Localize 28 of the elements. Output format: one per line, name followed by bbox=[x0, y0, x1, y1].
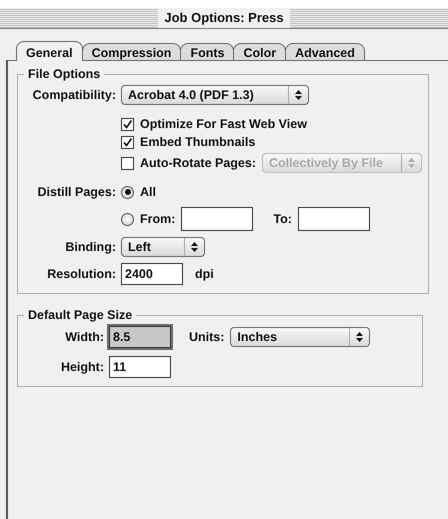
height-field[interactable]: 11 bbox=[109, 356, 171, 378]
group-title: Default Page Size bbox=[27, 308, 134, 322]
field-label: Binding: bbox=[64, 240, 116, 254]
binding-popup[interactable]: Left bbox=[121, 237, 205, 257]
field-label: Units: bbox=[189, 330, 224, 344]
tab[interactable]: Compression bbox=[82, 43, 182, 60]
tab[interactable]: Fonts bbox=[180, 43, 234, 60]
checkbox-label: Auto-Rotate Pages: bbox=[140, 156, 256, 170]
field-label: To: bbox=[273, 212, 292, 226]
tab[interactable]: Color bbox=[233, 43, 286, 60]
tab[interactable]: General bbox=[16, 41, 83, 61]
resolution-field[interactable]: 2400 bbox=[121, 263, 183, 285]
checkbox-label: Embed Thumbnails bbox=[140, 135, 256, 149]
field-label: Width: bbox=[64, 330, 104, 344]
field-label: Compatibility: bbox=[32, 88, 116, 102]
radio-label: All bbox=[140, 185, 156, 199]
radio-label: From: bbox=[140, 212, 176, 226]
field-label: Distill Pages: bbox=[36, 185, 116, 199]
field-label: Height: bbox=[60, 360, 104, 374]
compatibility-popup[interactable]: Acrobat 4.0 (PDF 1.3) bbox=[121, 85, 309, 105]
units-popup[interactable]: Inches bbox=[230, 327, 370, 347]
checkbox-label: Optimize For Fast Web View bbox=[140, 117, 307, 131]
unit-label: dpi bbox=[195, 267, 214, 281]
window-title: Job Options: Press bbox=[158, 8, 290, 28]
group-title: File Options bbox=[27, 67, 102, 81]
width-field[interactable]: 8.5 bbox=[109, 326, 171, 348]
tab[interactable]: Advanced bbox=[285, 43, 365, 60]
field-label: Resolution: bbox=[46, 267, 116, 281]
